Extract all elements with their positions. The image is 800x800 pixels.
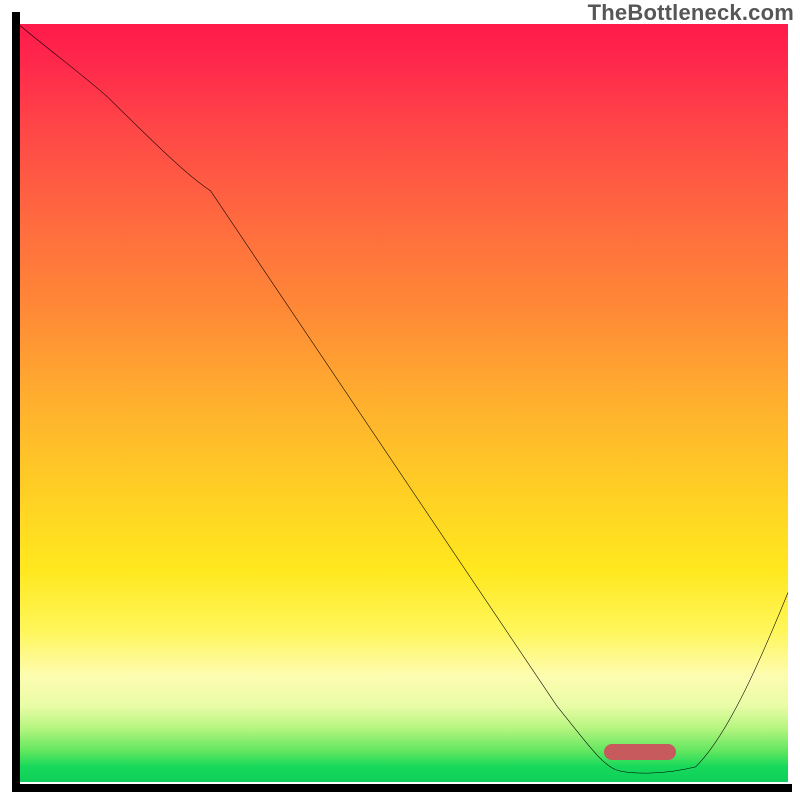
y-axis [12, 12, 20, 792]
optimal-range-marker [604, 744, 676, 760]
watermark-text: TheBottleneck.com [588, 0, 794, 26]
x-axis [12, 784, 792, 792]
bottleneck-curve [18, 24, 788, 782]
chart-container: TheBottleneck.com [0, 0, 800, 800]
